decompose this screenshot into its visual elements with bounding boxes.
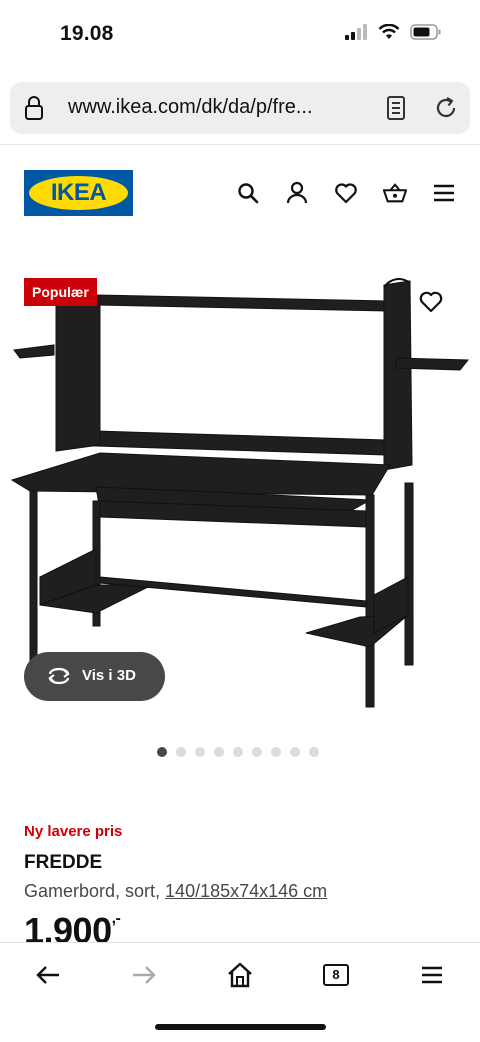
status-icons [344, 24, 442, 40]
promo-label: Ny lavere pris [24, 823, 123, 840]
url-text[interactable]: www.ikea.com/dk/da/p/fre... [68, 96, 313, 119]
reader-mode-icon[interactable] [386, 95, 406, 121]
carousel-dots [157, 747, 319, 757]
carousel-dot[interactable] [252, 747, 262, 757]
carousel-dot[interactable] [157, 747, 167, 757]
heart-icon[interactable] [334, 180, 358, 206]
logo-text: IKEA [50, 179, 107, 206]
basket-icon[interactable] [383, 180, 407, 206]
menu-icon[interactable] [432, 180, 456, 206]
reload-icon[interactable] [432, 94, 460, 122]
lock-icon [25, 96, 43, 120]
signal-icon [345, 24, 367, 40]
tabs-button[interactable]: 8 [322, 961, 350, 989]
battery-icon [410, 24, 441, 40]
rotate-3d-icon [48, 667, 70, 685]
wifi-icon [378, 24, 400, 39]
carousel-dot[interactable] [309, 747, 319, 757]
forward-icon[interactable] [130, 961, 158, 989]
product-name: FREDDE [24, 852, 103, 873]
price-suffix: ,- [111, 910, 121, 927]
header-divider [0, 144, 480, 145]
header-icons [236, 180, 480, 206]
view-in-3d-label: Vis i 3D [82, 667, 136, 684]
browser-menu-icon[interactable] [418, 961, 446, 989]
status-bar: 19.08 [0, 0, 480, 72]
favorite-heart-icon[interactable] [418, 290, 444, 314]
carousel-dot[interactable] [176, 747, 186, 757]
search-icon[interactable] [236, 180, 260, 206]
carousel-dot[interactable] [290, 747, 300, 757]
view-in-3d-button[interactable]: Vis i 3D [24, 652, 165, 701]
tabs-count: 8 [323, 964, 349, 986]
user-icon[interactable] [285, 180, 309, 206]
home-indicator[interactable] [155, 1024, 326, 1030]
status-time: 19.08 [60, 22, 114, 45]
home-icon[interactable] [226, 961, 254, 989]
product-description: Gamerbord, sort, 140/185x74x146 cm [24, 881, 327, 902]
back-icon[interactable] [34, 961, 62, 989]
popular-badge: Populær [24, 278, 97, 306]
product-type: Gamerbord, sort, [24, 881, 166, 901]
carousel-dot[interactable] [195, 747, 205, 757]
ikea-logo[interactable]: IKEA [24, 170, 133, 216]
carousel-dot[interactable] [214, 747, 224, 757]
carousel-dot[interactable] [233, 747, 243, 757]
product-dimensions-link[interactable]: 140/185x74x146 cm [165, 881, 327, 901]
address-bar[interactable]: www.ikea.com/dk/da/p/fre... [10, 82, 470, 134]
carousel-dot[interactable] [271, 747, 281, 757]
